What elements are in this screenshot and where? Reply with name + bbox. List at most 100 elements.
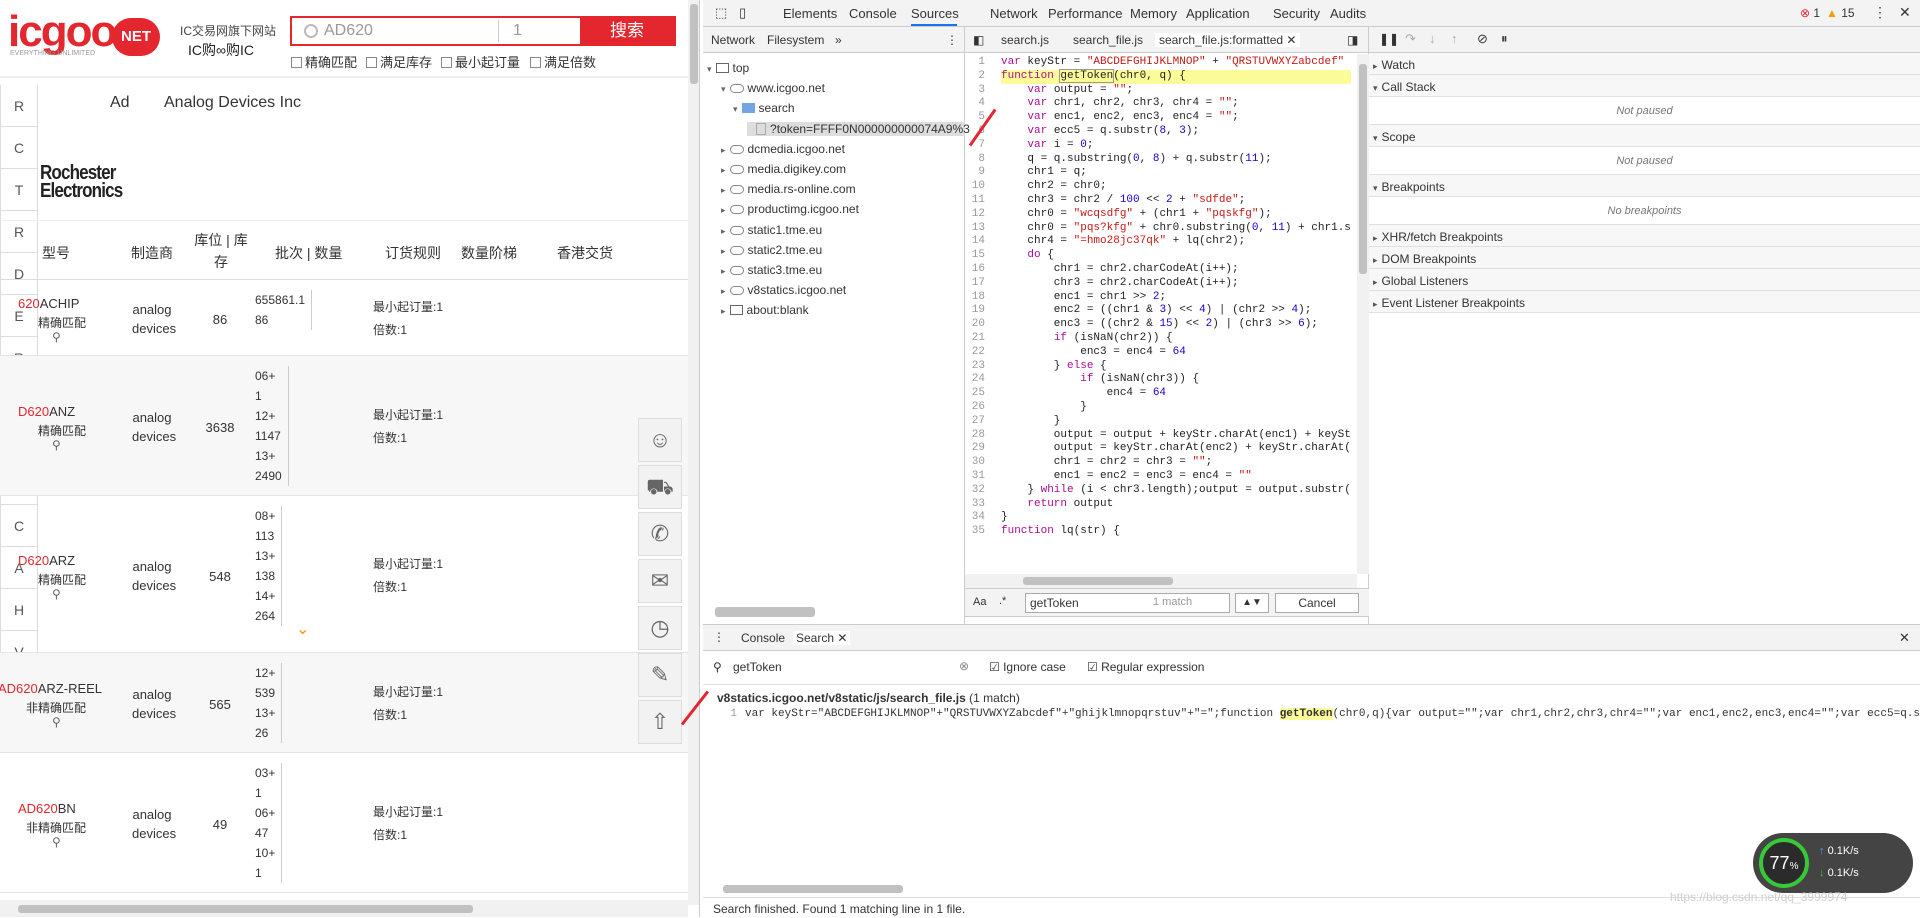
section-event-listener-breakpoints[interactable]: ▸ Event Listener Breakpoints (1369, 291, 1920, 313)
quantity-input[interactable]: 1 (498, 20, 578, 42)
tab-security[interactable]: Security (1273, 6, 1320, 21)
line-number[interactable]: 4 (965, 97, 989, 111)
line-number[interactable]: 9 (965, 166, 989, 180)
chevron-down-icon[interactable]: ⌄ (296, 622, 312, 638)
tab-search-file-js[interactable]: search_file.js (1073, 33, 1143, 47)
clear-search-icon[interactable]: ⊗ (959, 659, 969, 673)
part-number-link[interactable]: AD620BN (18, 801, 76, 816)
search-result-file[interactable]: v8statics.icgoo.net/v8static/js/search_f… (717, 691, 1020, 705)
deactivate-breakpoints-icon[interactable]: ⊘ (1477, 31, 1488, 47)
device-toolbar-icon[interactable]: ▯ (739, 5, 746, 21)
code-line[interactable]: } (1001, 401, 1087, 415)
warning-count[interactable]: ▲ 15 (1826, 6, 1855, 20)
line-number[interactable]: 15 (965, 249, 989, 263)
code-line[interactable]: do { (1001, 249, 1053, 263)
toggle-debugger-icon[interactable]: ◨ (1347, 33, 1358, 47)
toggle-navigator-icon[interactable]: ◧ (973, 33, 984, 47)
part-number-link[interactable]: AD620ARZ-REEL (0, 681, 102, 696)
code-line[interactable]: output = output + keyStr.charAt(enc1) + … (1001, 429, 1351, 443)
line-number[interactable]: 32 (965, 484, 989, 498)
tree-item-frame[interactable]: ▸ about:blank (721, 303, 809, 317)
code-line[interactable]: } (1001, 415, 1061, 429)
line-number[interactable]: 18 (965, 291, 989, 305)
tab-console[interactable]: Console (849, 6, 897, 21)
navigator-menu-icon[interactable]: ⋮ (946, 33, 958, 47)
line-number[interactable]: 17 (965, 277, 989, 291)
pause-on-exceptions-icon[interactable]: ⏸ (1501, 31, 1508, 47)
tab-memory[interactable]: Memory (1130, 6, 1177, 21)
code-line[interactable]: enc4 = 64 (1001, 387, 1166, 401)
code-line[interactable]: return output (1001, 498, 1113, 512)
line-number[interactable]: 21 (965, 332, 989, 346)
code-line[interactable]: function lq(str) { (1001, 525, 1120, 539)
line-number[interactable]: 31 (965, 470, 989, 484)
search-result-line[interactable]: 1 var keyStr="ABCDEFGHIJKLMNOP"+"QRSTUVWX… (713, 708, 1920, 720)
magnify-icon[interactable]: ⚲ (52, 438, 61, 452)
tab-sources[interactable]: Sources (911, 6, 959, 21)
line-number[interactable]: 34 (965, 511, 989, 525)
more-tabs-icon[interactable]: » (835, 33, 842, 47)
error-count[interactable]: ⊗ 1 (1800, 6, 1820, 20)
navigator-scrollbar[interactable] (715, 607, 815, 617)
section-dom-breakpoints[interactable]: ▸ DOM Breakpoints (1369, 247, 1920, 269)
more-options-icon[interactable]: ⋮ (1873, 4, 1887, 21)
feedback-icon[interactable]: ✎ (638, 653, 682, 697)
tab-elements[interactable]: Elements (783, 6, 837, 21)
close-icon[interactable]: ✕ (1899, 4, 1911, 21)
code-line[interactable]: var output = ""; (1001, 84, 1133, 98)
find-prev-next[interactable]: ▲▼ (1235, 593, 1269, 613)
tree-item-folder[interactable]: ▾ search (733, 101, 795, 115)
exact-match-checkbox[interactable]: 精确匹配 (291, 52, 357, 71)
ignore-case-checkbox[interactable]: ☑ Ignore case (989, 660, 1066, 674)
tab-network[interactable]: Network (711, 33, 755, 47)
part-number-link[interactable]: 620ACHIP (18, 296, 79, 311)
tree-item-cloud[interactable]: ▸ media.digikey.com (721, 162, 846, 176)
line-number[interactable]: 14 (965, 235, 989, 249)
magnify-icon[interactable]: ⚲ (52, 715, 61, 729)
page-horizontal-scrollbar[interactable] (0, 900, 688, 917)
part-number-link[interactable]: D620ANZ (18, 404, 75, 419)
code-view[interactable]: 1 var keyStr = "ABCDEFGHIJKLMNOP" + "QRST… (965, 54, 1357, 574)
line-number[interactable]: 13 (965, 222, 989, 236)
history-icon[interactable]: ◷ (638, 606, 682, 650)
code-line[interactable]: q = q.substring(0, 8) + q.substr(11); (1001, 153, 1271, 167)
code-line[interactable]: chr4 = "=hmo28jc37qk" + lq(chr2); (1001, 235, 1245, 249)
step-out-icon[interactable]: ↑ (1451, 31, 1458, 46)
line-number[interactable]: 22 (965, 346, 989, 360)
code-line[interactable]: enc3 = enc4 = 64 (1001, 346, 1186, 360)
tree-item-cloud[interactable]: ▸ static2.tme.eu (721, 243, 822, 257)
tab-search[interactable]: Search ✕ (793, 631, 851, 645)
tab-audits[interactable]: Audits (1330, 6, 1366, 21)
line-number[interactable]: 12 (965, 208, 989, 222)
line-number[interactable]: 19 (965, 304, 989, 318)
tab-application[interactable]: Application (1186, 6, 1250, 21)
code-line[interactable]: function getToken(chr0, q) { (1001, 68, 1351, 84)
tab-search-file-formatted[interactable]: search_file.js:formatted ✕ (1155, 33, 1301, 47)
line-number[interactable]: 1 (965, 56, 989, 70)
line-number[interactable]: 29 (965, 442, 989, 456)
line-number[interactable]: 28 (965, 429, 989, 443)
line-number[interactable]: 7 (965, 139, 989, 153)
phone-icon[interactable]: ✆ (638, 512, 682, 556)
magnify-icon[interactable]: ⚲ (52, 330, 61, 344)
code-line[interactable]: var keyStr = "ABCDEFGHIJKLMNOP" + "QRSTU… (1001, 56, 1344, 70)
tab-filesystem[interactable]: Filesystem (767, 33, 824, 47)
line-number[interactable]: 3 (965, 84, 989, 98)
code-line[interactable]: chr1 = chr2.charCodeAt(i++); (1001, 263, 1239, 277)
code-line[interactable]: chr2 = chr0; (1001, 180, 1106, 194)
close-drawer-icon[interactable]: ✕ (1899, 630, 1910, 646)
line-number[interactable]: 35 (965, 525, 989, 539)
part-number-link[interactable]: D620ARZ (18, 553, 75, 568)
search-button[interactable]: 搜索 (580, 18, 674, 44)
code-line[interactable]: enc3 = ((chr2 & 15) << 2) | (chr3 >> 6); (1001, 318, 1318, 332)
line-number[interactable]: 23 (965, 360, 989, 374)
section-watch[interactable]: ▸ Watch (1369, 53, 1920, 75)
search-input[interactable]: AD620 (302, 22, 502, 40)
cart-icon[interactable]: ⛟ (638, 465, 682, 509)
regex-toggle[interactable]: .* (999, 595, 1006, 607)
code-line[interactable]: chr0 = "pqs?kfg" + chr0.substring(0, 11)… (1001, 222, 1351, 236)
code-line[interactable]: } else { (1001, 360, 1107, 374)
min-order-checkbox[interactable]: 最小起订量 (441, 52, 520, 71)
section-xhr-fetch-breakpoints[interactable]: ▸ XHR/fetch Breakpoints (1369, 225, 1920, 247)
line-number[interactable]: 8 (965, 153, 989, 167)
